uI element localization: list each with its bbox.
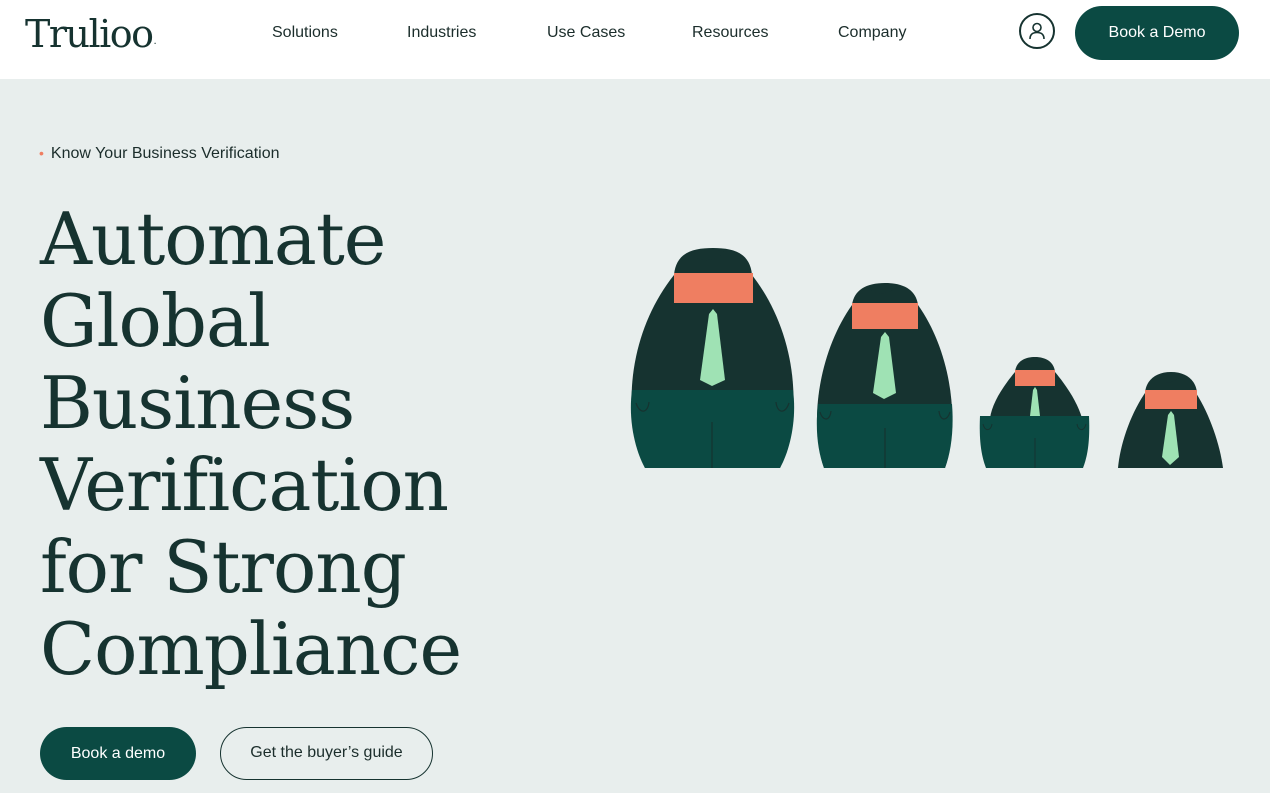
headline-line: Global — [40, 279, 271, 363]
headline-line: Compliance — [40, 607, 462, 691]
user-icon — [1029, 22, 1045, 40]
headline-line: for Strong — [40, 525, 407, 609]
top-navigation-bar: Trulioo. Solutions Industries Use Cases … — [0, 0, 1270, 79]
buyers-guide-button[interactable]: Get the buyer’s guide — [220, 727, 433, 780]
account-button[interactable] — [1019, 13, 1055, 49]
nav-item-industries[interactable]: Industries — [407, 24, 476, 42]
headline-line: Automate — [40, 197, 386, 281]
nav-item-company[interactable]: Company — [838, 24, 906, 42]
doll-large — [630, 248, 795, 468]
hero-eyebrow: • Know Your Business Verification — [39, 145, 280, 163]
nav-item-use-cases[interactable]: Use Cases — [547, 24, 625, 42]
book-demo-button[interactable]: Book a demo — [40, 727, 196, 780]
nav-item-resources[interactable]: Resources — [692, 24, 768, 42]
trulioo-logo[interactable]: Trulioo. — [25, 12, 157, 56]
doll-top-half — [1118, 372, 1223, 468]
doll-small — [979, 357, 1090, 468]
nesting-doll-illustration — [630, 248, 1223, 468]
headline-line: Verification — [40, 443, 449, 527]
logo-mark: . — [153, 36, 157, 47]
headline-line: Business — [40, 361, 355, 445]
hero-headline: Automate Global Business Verification fo… — [40, 198, 520, 690]
nav-item-solutions[interactable]: Solutions — [272, 24, 338, 42]
eyebrow-label: Know Your Business Verification — [50, 145, 280, 162]
bullet-icon: • — [39, 145, 44, 161]
doll-medium — [816, 283, 953, 468]
book-demo-nav-button[interactable]: Book a Demo — [1075, 6, 1239, 60]
logo-text: Trulioo — [25, 12, 154, 56]
